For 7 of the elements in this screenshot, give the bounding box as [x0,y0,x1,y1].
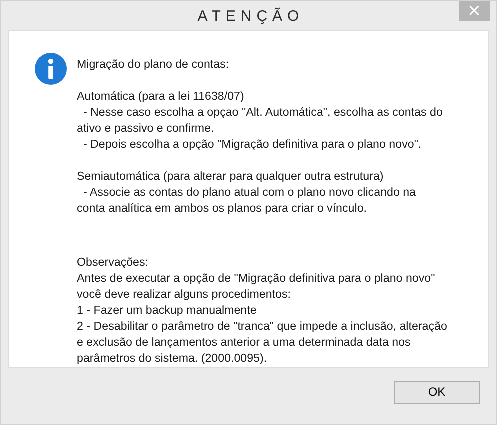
message-paragraph: Semiautomática (para alterar para qualquer outra estrutura) - Associe as contas do plano atual com o plano novo clicando na conta analítica em ambos os planos para criar o vínculo. [77,169,418,217]
message-paragraph: Automática (para a lei 11638/07) - Nesse caso escolha a opçao "Alt. Automática", escolha as contas do ativo e passivo e confirme. - Depois escolha a opção "Migração definitiva para o plano novo". [77,89,444,153]
ok-button[interactable]: OK [394,380,480,404]
message-paragraph: Migração do plano de contas: [77,57,230,73]
info-icon [35,53,67,85]
window-title: ATENÇÃO [198,8,304,25]
message-paragraph: Observações: Antes de executar a opção de "Migração definitiva para o plano novo" você deve realizar alguns procedimentos: 1 - Fazer um backup manualmente 2 - Desabilitar o parâmetro de "tranca" que impede a inclusão, alteração e exclusão de lançamentos anterior a uma determinada data nos parâmetros do sistema. (2000.0095). [77,255,448,367]
